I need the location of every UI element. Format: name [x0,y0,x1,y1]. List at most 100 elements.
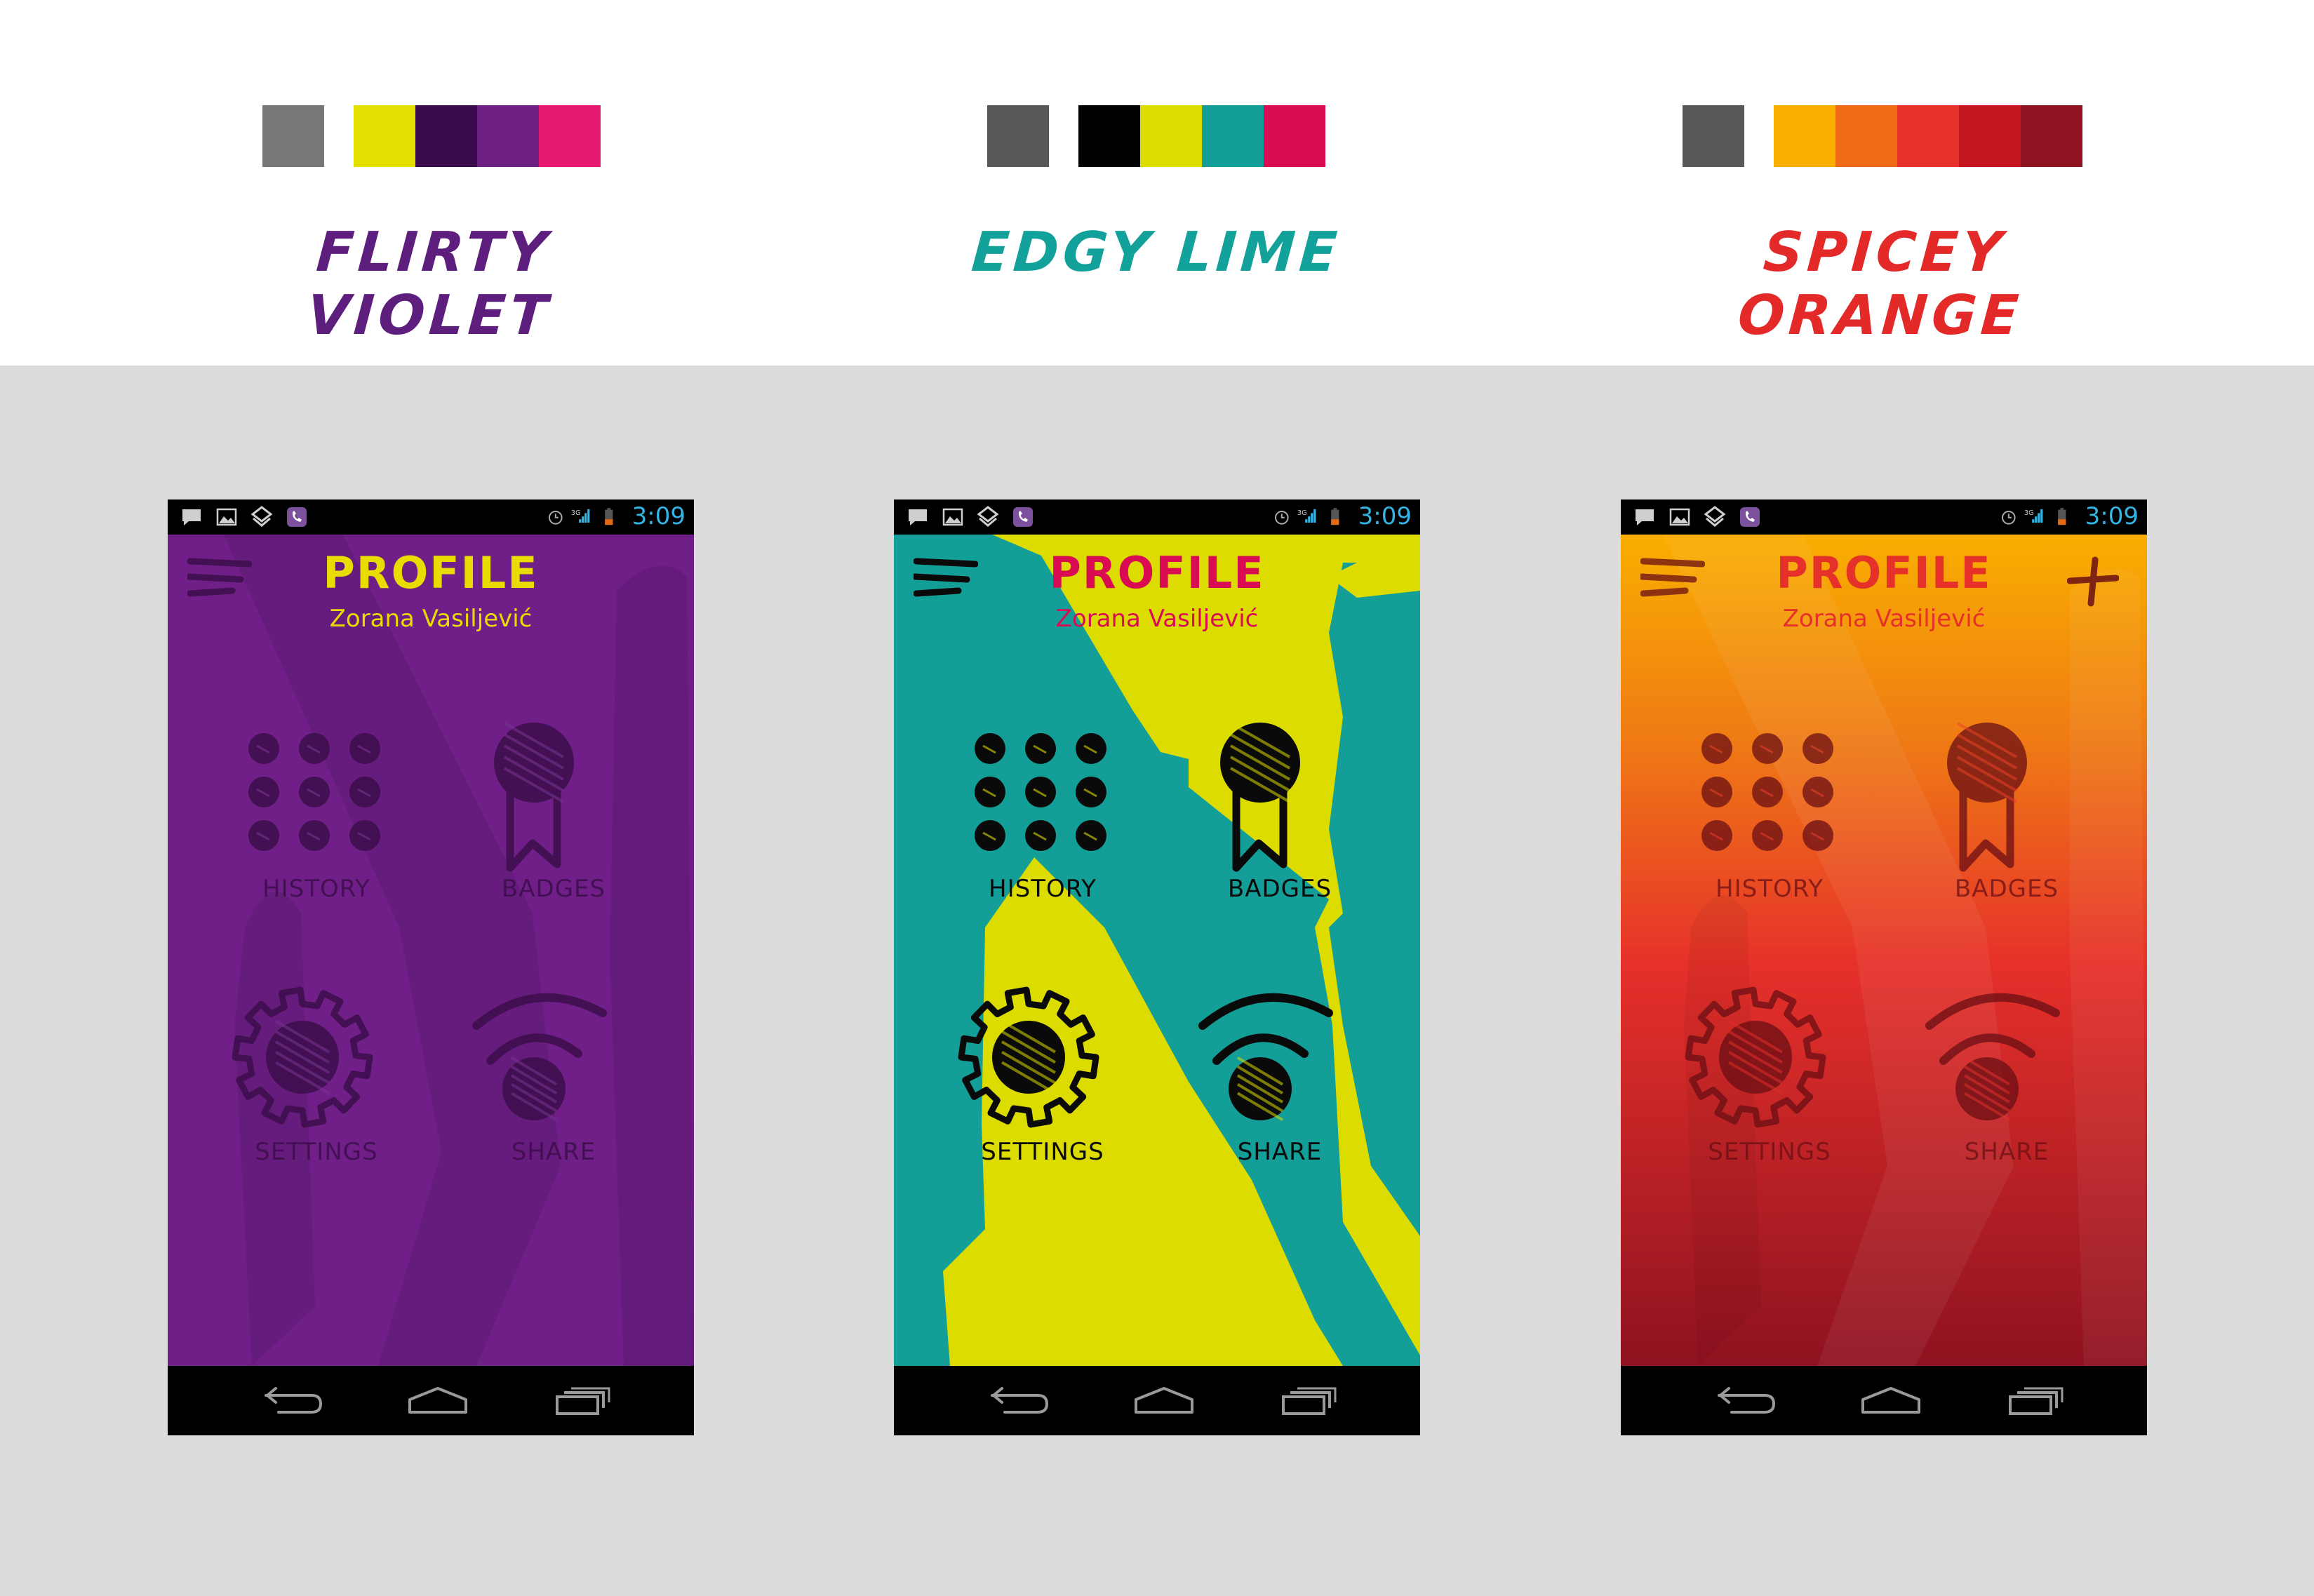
color-swatch [1683,105,1744,167]
viber-icon [287,507,307,527]
color-swatch [1774,105,1835,167]
gear-icon [1685,986,1826,1128]
theme-name: SPICEY ORANGE [1736,221,2025,347]
menu-tile-share[interactable]: SHARE [1189,984,1371,1194]
battery-icon [605,508,613,525]
gear-icon [232,986,373,1128]
profile-screen: PROFILE Zorana Vasiljević HISTORY BADGES SET… [1621,535,2147,1373]
message-icon [1636,509,1654,525]
menu-tile-settings[interactable]: SETTINGS [225,984,408,1194]
image-icon [942,508,963,526]
signal-icon: 3G [1297,509,1316,523]
color-palette [1683,105,2082,167]
color-swatch [1078,105,1140,167]
menu-label-badges: BADGES [501,875,606,903]
menu-tile-badges[interactable]: BADGES [462,720,645,931]
menu-tile-history[interactable]: HISTORY [1678,720,1861,931]
status-bar: 3G 3:09 [168,499,694,535]
color-swatch [1264,105,1325,167]
nav-bar [894,1366,1420,1435]
badge-ribbon-icon [1220,722,1300,872]
menu-label-badges: BADGES [1227,875,1332,903]
color-swatch [1959,105,2021,167]
color-swatch [262,105,324,167]
home-icon[interactable] [399,1381,476,1421]
clock-time: 3:09 [631,502,685,530]
menu-tile-settings[interactable]: SETTINGS [1678,984,1861,1194]
signal-icon: 3G [571,509,590,523]
network-type-label: 3G [1297,509,1307,517]
phone-mockup: 3G 3:09 PROFILE Zorana Vasiljević HISTORY BAD… [168,499,694,1435]
color-swatch [1140,105,1202,167]
gear-icon [958,986,1099,1128]
color-swatch [987,105,1049,167]
badge-ribbon-icon [494,722,574,872]
page-title: PROFILE [323,547,539,598]
battery-icon [2058,508,2066,525]
menu-label-share: SHARE [511,1138,596,1166]
menu-tile-settings[interactable]: SETTINGS [951,984,1134,1194]
brush-background [168,535,694,1366]
network-type-label: 3G [2024,509,2034,517]
color-swatch [1202,105,1264,167]
menu-label-badges: BADGES [1954,875,2059,903]
menu-tile-badges[interactable]: BADGES [1915,720,2098,931]
history-grid-icon [975,733,1106,851]
message-icon [182,509,201,525]
clock-time: 3:09 [1358,502,1412,530]
menu-label-share: SHARE [1964,1138,2049,1166]
brush-background [894,535,1420,1366]
alarm-icon [549,511,563,525]
history-grid-icon [1701,733,1833,851]
battery-icon [1331,508,1339,525]
color-swatch [1835,105,1897,167]
alarm-icon [1275,511,1289,525]
menu-tile-history[interactable]: HISTORY [225,720,408,931]
share-signal-icon [1198,993,1333,1122]
share-signal-icon [1925,993,2060,1122]
nav-bar [1621,1366,2147,1435]
brush-background [1621,535,2147,1366]
recent-apps-icon[interactable] [1996,1381,2073,1421]
badge-ribbon-icon [1947,722,2027,872]
profile-screen: PROFILE Zorana Vasiljević HISTORY BADGES SET… [894,535,1420,1373]
network-type-label: 3G [571,509,581,517]
color-swatch [354,105,415,167]
menu-label-settings: SETTINGS [1708,1138,1831,1166]
phone-mockup: 3G 3:09 PROFILE Zorana Vasiljević HISTORY BAD… [1621,499,2147,1435]
message-icon [909,509,927,525]
menu-label-settings: SETTINGS [981,1138,1104,1166]
back-icon[interactable] [1705,1381,1782,1421]
back-icon[interactable] [252,1381,329,1421]
phone-mockup: 3G 3:09 PROFILE Zorana Vasiljević HISTORY BAD… [894,499,1420,1435]
image-icon [1669,508,1690,526]
alarm-icon [2002,511,2016,525]
menu-label-history: HISTORY [1716,875,1824,903]
home-icon[interactable] [1125,1381,1203,1421]
download-icon [977,506,999,527]
viber-icon [1740,507,1760,527]
menu-label-history: HISTORY [989,875,1097,903]
download-icon [1704,506,1726,527]
user-name: Zorana Vasiljević [1782,605,1986,633]
menu-label-settings: SETTINGS [255,1138,378,1166]
profile-screen: PROFILE Zorana Vasiljević HISTORY BADGES SET… [168,535,694,1373]
menu-tile-history[interactable]: HISTORY [951,720,1134,931]
recent-apps-icon[interactable] [1269,1381,1346,1421]
color-palette [262,105,601,167]
home-icon[interactable] [1852,1381,1930,1421]
menu-tile-share[interactable]: SHARE [462,984,645,1194]
user-name: Zorana Vasiljević [329,605,533,633]
menu-tile-share[interactable]: SHARE [1915,984,2098,1194]
page-title: PROFILE [1776,547,1992,598]
color-swatch [415,105,477,167]
download-icon [250,506,273,527]
color-swatch [1897,105,1959,167]
theme-name: EDGY LIME [969,221,1344,284]
recent-apps-icon[interactable] [543,1381,620,1421]
clock-time: 3:09 [2085,502,2139,530]
menu-tile-badges[interactable]: BADGES [1189,720,1371,931]
history-grid-icon [248,733,380,851]
color-swatch [477,105,539,167]
back-icon[interactable] [978,1381,1055,1421]
